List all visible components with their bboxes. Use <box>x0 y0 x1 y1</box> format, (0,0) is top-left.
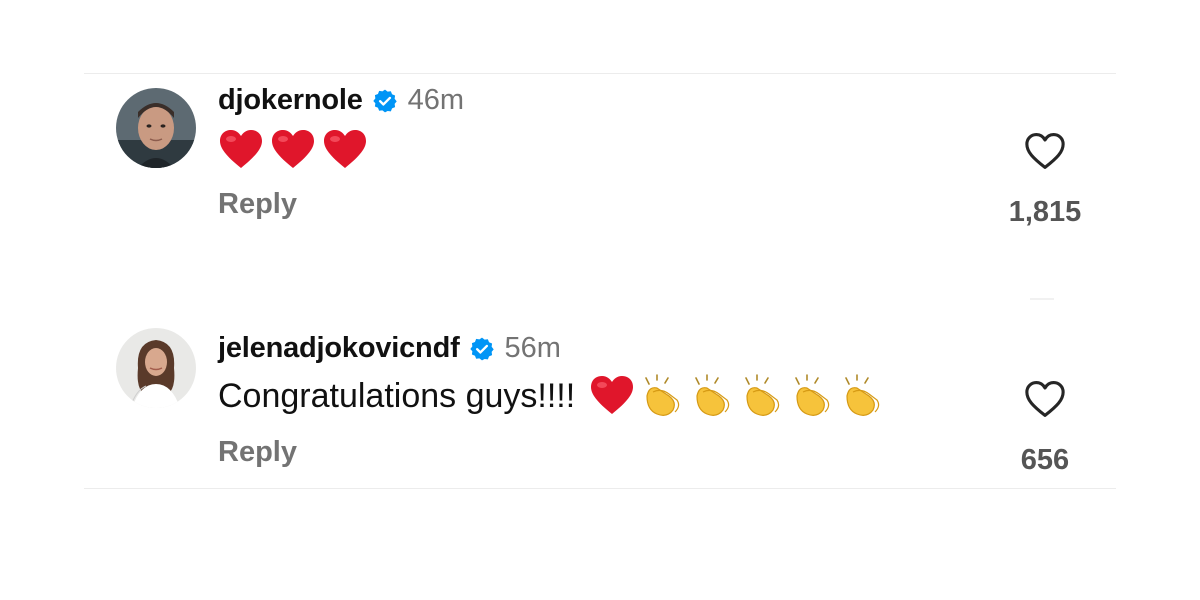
comment-header: jelenadjokovicndf 56m <box>218 332 561 365</box>
heart-outline-icon[interactable] <box>1024 380 1066 418</box>
red-heart-icon <box>591 376 634 414</box>
clapping-hands-icon <box>795 374 830 416</box>
avatar[interactable] <box>116 328 196 408</box>
clapping-hands-icon <box>845 374 880 416</box>
clapping-hands-icon <box>745 374 780 416</box>
comment-item: jelenadjokovicndf 56m Congratulations gu… <box>0 0 1200 476</box>
verified-badge-icon <box>469 337 494 360</box>
reply-button[interactable]: Reply <box>218 436 297 469</box>
like-count: 656 <box>1020 444 1070 476</box>
timestamp: 56m <box>504 332 561 364</box>
comment-text: Congratulations guys!!!! <box>218 374 885 418</box>
bottom-divider <box>84 488 1116 489</box>
separator-mark <box>1030 298 1054 300</box>
clapping-hands-icon <box>645 374 680 416</box>
like-count: 1,815 <box>1008 196 1082 228</box>
username[interactable]: jelenadjokovicndf <box>218 332 460 365</box>
clapping-hands-icon <box>695 374 730 416</box>
comment-body: Congratulations guys!!!! <box>218 376 576 415</box>
